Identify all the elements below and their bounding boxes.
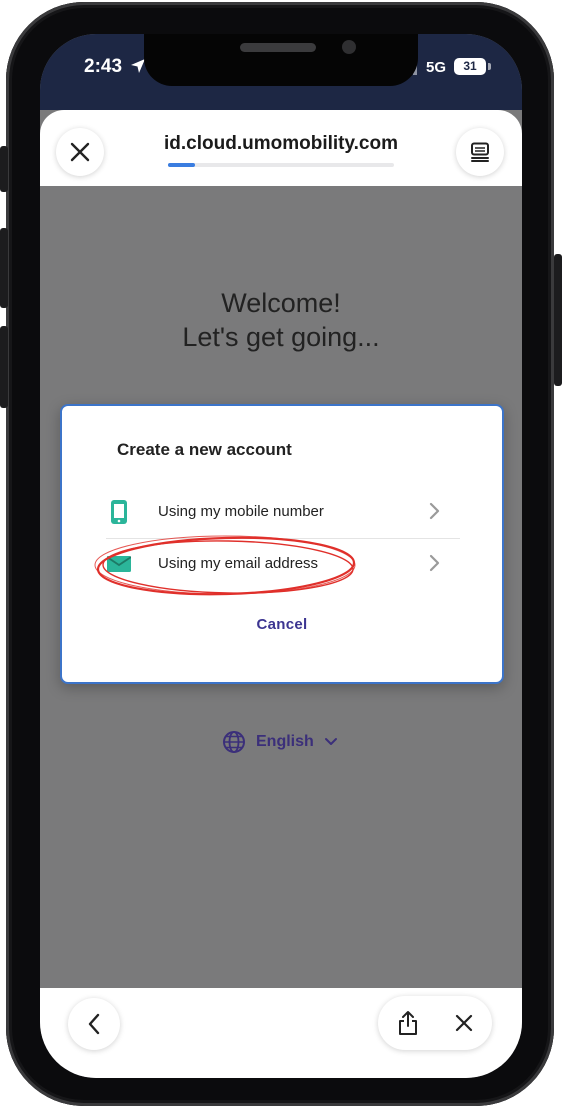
share-button[interactable] — [392, 1007, 424, 1039]
phone-screen: 2:43 5G 31 id.cloud.umomobility.com Welc… — [40, 34, 522, 1078]
close-tab-button[interactable] — [448, 1007, 480, 1039]
network-type: 5G — [426, 59, 447, 76]
option-mobile-label: Using my mobile number — [158, 503, 324, 520]
share-icon — [399, 1011, 417, 1035]
volume-up-button — [0, 228, 8, 308]
battery-icon: 31 — [454, 58, 486, 75]
page-load-progress — [168, 163, 394, 167]
mobile-phone-icon — [106, 499, 132, 525]
chevron-right-icon — [429, 554, 440, 572]
progress-fill — [168, 163, 196, 167]
browser-header: id.cloud.umomobility.com — [40, 110, 522, 186]
welcome-heading: Welcome! Let's get going... — [40, 286, 522, 354]
language-selector[interactable]: English — [222, 730, 338, 754]
url-label[interactable]: id.cloud.umomobility.com — [40, 133, 522, 155]
reader-mode-button[interactable] — [456, 128, 504, 176]
power-button — [554, 254, 562, 386]
welcome-line-2: Let's get going... — [182, 322, 380, 352]
cancel-button[interactable]: Cancel — [62, 616, 502, 633]
battery-tip — [488, 63, 491, 70]
option-mobile-number[interactable]: Using my mobile number — [106, 486, 460, 539]
dialog-title: Create a new account — [117, 440, 292, 459]
speaker-grille — [240, 43, 316, 52]
chevron-left-icon — [88, 1013, 100, 1035]
dynamic-island — [144, 34, 418, 86]
welcome-line-1: Welcome! — [221, 288, 341, 318]
reader-icon — [471, 142, 489, 162]
action-pill — [378, 996, 492, 1050]
chevron-right-icon — [429, 502, 440, 520]
globe-icon — [223, 731, 245, 753]
chevron-down-icon — [324, 738, 337, 745]
front-camera — [342, 40, 356, 54]
browser-bottom-toolbar — [40, 988, 522, 1078]
silent-switch — [0, 146, 8, 192]
red-circle-annotation — [94, 535, 356, 596]
volume-down-button — [0, 326, 8, 408]
language-label: English — [256, 733, 314, 750]
close-icon — [455, 1014, 473, 1032]
status-time: 2:43 — [84, 56, 123, 77]
back-button[interactable] — [68, 998, 120, 1050]
